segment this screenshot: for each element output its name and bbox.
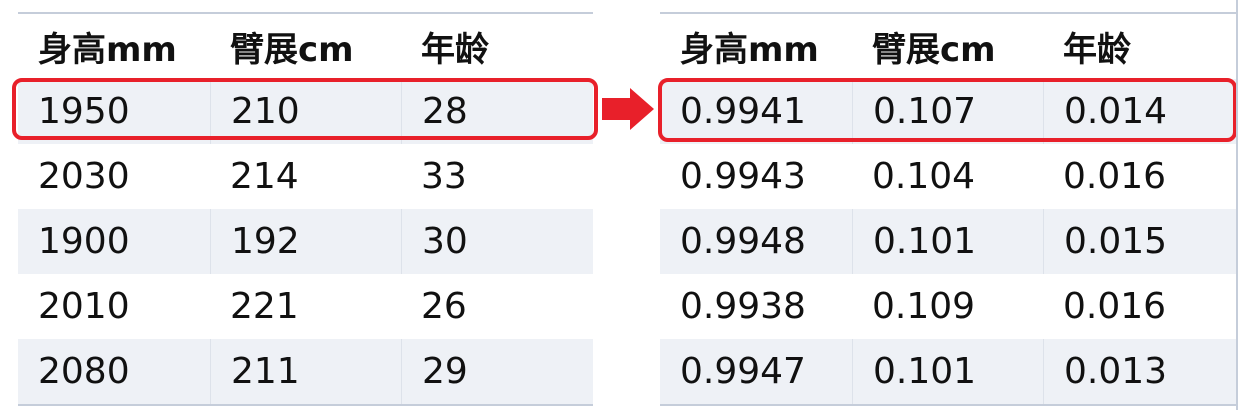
table-cell: 0.9947 xyxy=(680,351,806,392)
table-cell: 0.016 xyxy=(1063,286,1167,327)
highlight-box-original-row xyxy=(12,78,598,140)
table-cell: 26 xyxy=(421,286,467,327)
table-cell: 0.016 xyxy=(1063,156,1167,197)
table-cell: 0.9943 xyxy=(680,156,806,197)
normalized-table: 身高mm 臂展cm 年龄 0.9941 0.107 0.014 0.9943 0… xyxy=(660,12,1236,406)
table-cell: 0.013 xyxy=(1043,339,1235,404)
table-cell: 192 xyxy=(210,209,401,274)
table-cell: 0.9938 xyxy=(680,286,806,327)
header-cell-age: 年龄 xyxy=(421,30,489,70)
table-cell: 211 xyxy=(210,339,401,404)
table-row: 0.9948 0.101 0.015 xyxy=(660,209,1236,274)
table-row: 0.9943 0.104 0.016 xyxy=(660,144,1236,209)
header-cell-armspan: 臂展cm xyxy=(230,30,354,70)
original-table: 身高mm 臂展cm 年龄 1950 210 28 2030 214 33 190… xyxy=(18,12,593,406)
table-cell: 214 xyxy=(230,156,299,197)
table-cell: 2010 xyxy=(38,286,130,327)
header-cell-height: 身高mm xyxy=(680,30,819,70)
table-cell: 2030 xyxy=(38,156,130,197)
table-cell: 2080 xyxy=(38,351,130,392)
table-cell: 0.101 xyxy=(852,209,1043,274)
table-row: 0.9947 0.101 0.013 xyxy=(660,339,1236,404)
table-row: 2010 221 26 xyxy=(18,274,593,339)
table-cell: 30 xyxy=(401,209,593,274)
table-cell: 33 xyxy=(421,156,467,197)
table-cell: 1900 xyxy=(38,221,130,262)
table-row: 2080 211 29 xyxy=(18,339,593,404)
table-cell: 0.9948 xyxy=(680,221,806,262)
header-cell-height: 身高mm xyxy=(38,30,177,70)
table-cell: 29 xyxy=(401,339,593,404)
table-header-row: 身高mm 臂展cm 年龄 xyxy=(18,14,593,79)
table-cell: 0.104 xyxy=(872,156,976,197)
table-cell: 221 xyxy=(230,286,299,327)
arrow-right-icon xyxy=(602,88,654,130)
highlight-box-normalized-row xyxy=(658,78,1237,142)
table-cell: 0.015 xyxy=(1043,209,1235,274)
table-cell: 0.101 xyxy=(852,339,1043,404)
table-cell: 0.109 xyxy=(872,286,976,327)
table-row: 0.9938 0.109 0.016 xyxy=(660,274,1236,339)
table-header-row: 身高mm 臂展cm 年龄 xyxy=(660,14,1236,79)
header-cell-armspan: 臂展cm xyxy=(872,30,996,70)
right-border-line xyxy=(1236,0,1238,410)
table-row: 2030 214 33 xyxy=(18,144,593,209)
table-row: 1900 192 30 xyxy=(18,209,593,274)
header-cell-age: 年龄 xyxy=(1063,30,1131,70)
